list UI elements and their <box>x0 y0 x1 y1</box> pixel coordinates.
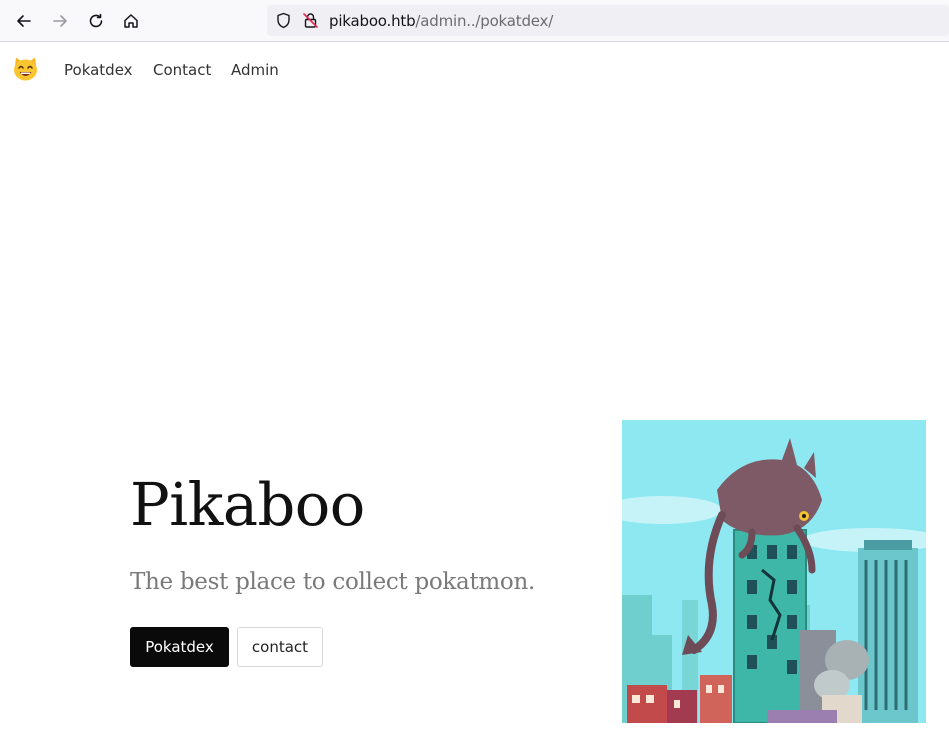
url-host: pikaboo.htb <box>329 12 416 30</box>
back-button[interactable] <box>10 7 38 35</box>
forward-button[interactable] <box>46 7 74 35</box>
nav-link-contact[interactable]: Contact <box>153 61 211 79</box>
contact-button[interactable]: contact <box>237 627 323 667</box>
monster-on-city-illustration <box>622 420 926 723</box>
reload-button[interactable] <box>82 7 110 35</box>
page-title: Pikaboo <box>130 470 365 539</box>
reload-icon <box>89 13 103 28</box>
pokatdex-button[interactable]: Pokatdex <box>130 627 229 667</box>
url-path: /admin../pokatdex/ <box>415 12 554 30</box>
nav-link-admin[interactable]: Admin <box>231 61 279 79</box>
insecure-lock-icon[interactable] <box>302 12 319 29</box>
url-text[interactable]: pikaboo.htb/admin../pokatdex/ <box>329 12 553 30</box>
cat-smiling-emoji-icon[interactable] <box>12 55 39 82</box>
shield-icon[interactable] <box>275 12 292 29</box>
home-icon <box>124 14 138 28</box>
page-subtitle: The best place to collect pokatmon. <box>130 569 535 595</box>
address-bar[interactable]: pikaboo.htb/admin../pokatdex/ <box>267 5 949 36</box>
forward-arrow-icon <box>53 15 67 27</box>
nav-link-pokatdex[interactable]: Pokatdex <box>64 61 133 79</box>
home-button[interactable] <box>117 7 145 35</box>
back-arrow-icon <box>17 15 31 27</box>
site-nav: Pokatdex Contact Admin <box>0 42 949 97</box>
browser-toolbar: pikaboo.htb/admin../pokatdex/ <box>0 0 949 42</box>
